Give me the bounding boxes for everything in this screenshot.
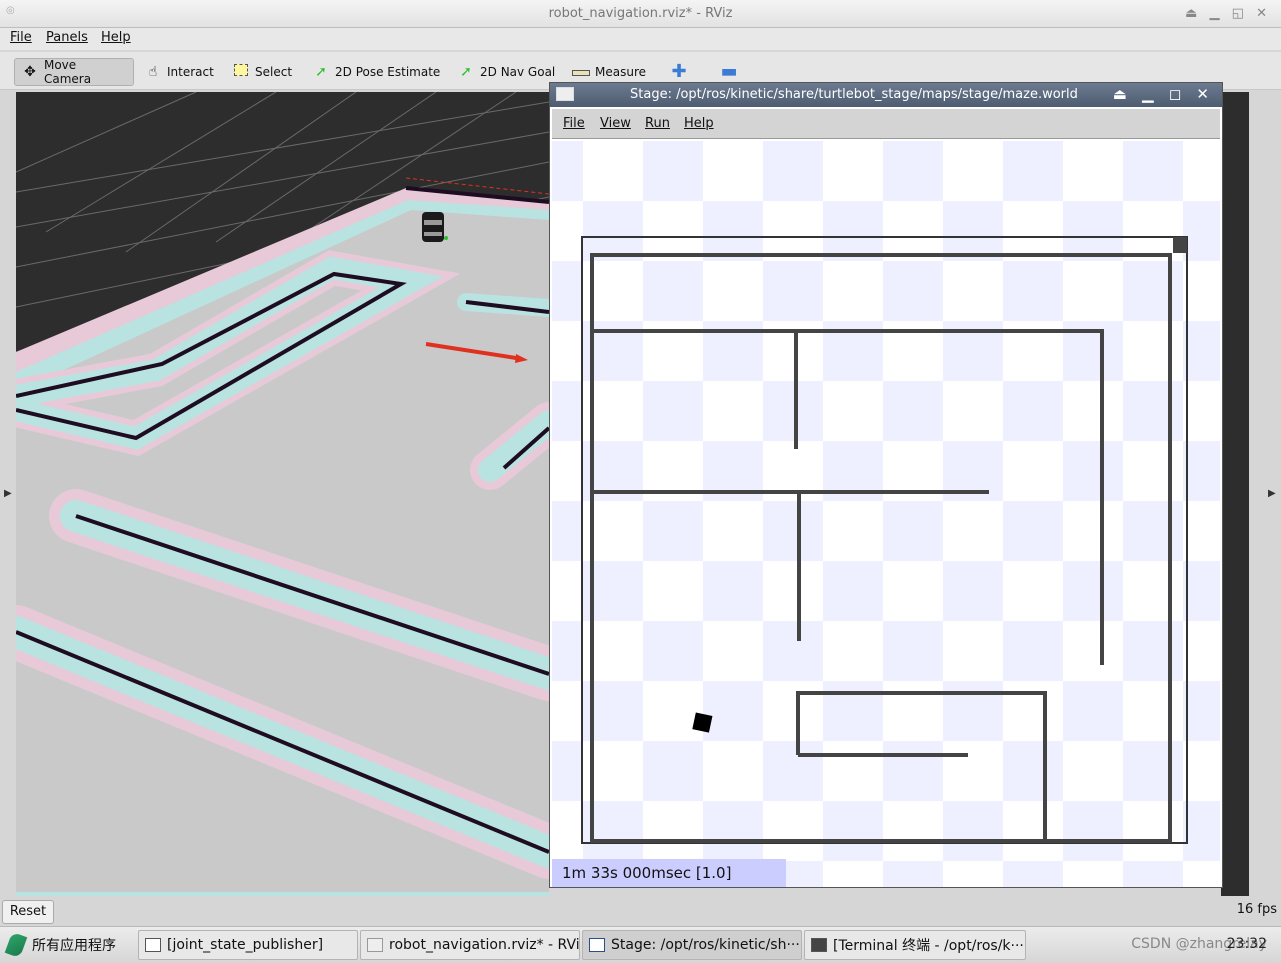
task-terminal[interactable]: [Terminal 终端 - /opt/ros/k··· <box>804 930 1026 960</box>
simulation-clock: 1m 33s 000msec [1.0] <box>552 859 786 887</box>
minus-icon: ▬ <box>720 61 738 82</box>
window-title: robot_navigation.rviz* - RViz <box>548 6 733 21</box>
fps-readout: 16 fps <box>1236 902 1277 917</box>
stage-window-icon[interactable] <box>556 87 574 101</box>
expand-right-icon[interactable]: ▶ <box>1268 488 1276 499</box>
stage-menu-help[interactable]: Help <box>684 116 714 131</box>
stage-window-controls[interactable]: ⏏ ▁ ◻ ✕ <box>1113 85 1214 103</box>
status-row: Reset 16 fps <box>0 896 1281 926</box>
window-titlebar[interactable]: ◎ robot_navigation.rviz* - RViz ⏏ ▁ ◱ ✕ <box>0 0 1281 28</box>
window-icon <box>145 938 161 952</box>
expand-left-icon[interactable]: ▶ <box>4 488 12 499</box>
measure-label: Measure <box>595 65 646 79</box>
applications-menu[interactable]: 所有应用程序 <box>4 931 116 959</box>
taskbar: 所有应用程序 [joint_state_publisher] robot_nav… <box>0 926 1281 963</box>
applications-icon <box>4 931 28 959</box>
maze-walls <box>590 253 1172 843</box>
interact-button[interactable]: ☝ Interact <box>138 58 220 86</box>
task-stage[interactable]: Stage: /opt/ros/kinetic/sh··· <box>582 930 802 960</box>
menu-panels[interactable]: Panels <box>46 30 88 45</box>
task-rviz[interactable]: robot_navigation.rviz* - RViz <box>360 930 580 960</box>
maze-corner-marker <box>1173 237 1187 253</box>
stage-menubar: File View Run Help <box>552 109 1220 139</box>
task-label: Stage: /opt/ros/kinetic/sh··· <box>611 937 800 953</box>
window-icon <box>589 938 605 952</box>
right-panel-collapsed[interactable]: ▶ <box>1262 92 1281 896</box>
task-label: [Terminal 终端 - /opt/ros/k··· <box>833 938 1024 954</box>
terminal-icon <box>811 938 827 952</box>
stage-title: Stage: /opt/ros/kinetic/share/turtlebot_… <box>630 87 1078 102</box>
pose-estimate-label: 2D Pose Estimate <box>335 65 441 79</box>
interact-label: Interact <box>167 65 214 79</box>
select-button[interactable]: Select <box>226 58 298 86</box>
stage-map-canvas[interactable] <box>552 141 1220 887</box>
left-panel-collapsed[interactable]: ▶ <box>0 92 16 896</box>
maze-map <box>581 236 1188 844</box>
plus-icon: ✚ <box>671 61 687 82</box>
stage-menu-run[interactable]: Run <box>645 116 670 131</box>
nav-goal-button[interactable]: ➚ 2D Nav Goal <box>451 58 561 86</box>
menubar: File Panels Help <box>0 28 1281 50</box>
task-joint-state-publisher[interactable]: [joint_state_publisher] <box>138 930 358 960</box>
applications-label: 所有应用程序 <box>32 938 116 954</box>
rviz-icon <box>367 938 383 952</box>
pose-estimate-button[interactable]: ➚ 2D Pose Estimate <box>306 58 446 86</box>
window-controls[interactable]: ⏏ ▁ ◱ ✕ <box>1185 6 1271 21</box>
stage-menu-view[interactable]: View <box>600 116 631 131</box>
rviz-scene <box>16 92 549 896</box>
menu-file[interactable]: File <box>10 30 32 45</box>
select-label: Select <box>255 65 293 79</box>
task-label: robot_navigation.rviz* - RViz <box>389 937 580 953</box>
task-label: [joint_state_publisher] <box>167 937 324 953</box>
move-camera-label: Move Camera <box>43 58 92 86</box>
nav-goal-label: 2D Nav Goal <box>480 65 556 79</box>
green-arrow-icon: ➚ <box>460 64 472 80</box>
stage-menu-file[interactable]: File <box>563 116 585 131</box>
select-box-icon <box>232 64 250 80</box>
rviz-3d-viewport[interactable] <box>16 92 549 896</box>
move-camera-button[interactable]: ✥ Move Camera <box>14 58 134 86</box>
green-arrow-icon: ➚ <box>315 64 327 80</box>
system-clock: 23:32 <box>1226 936 1267 952</box>
ruler-icon <box>572 64 590 80</box>
move-camera-icon: ✥ <box>24 64 36 80</box>
maze-bounding-box <box>581 236 1188 844</box>
reset-button[interactable]: Reset <box>2 900 54 924</box>
rviz-3d-viewport-right[interactable] <box>1221 92 1249 896</box>
hand-icon: ☝ <box>148 64 158 80</box>
stage-window[interactable]: Stage: /opt/ros/kinetic/share/turtlebot_… <box>549 82 1223 888</box>
stage-titlebar[interactable]: Stage: /opt/ros/kinetic/share/turtlebot_… <box>550 83 1222 107</box>
menu-help[interactable]: Help <box>101 30 131 45</box>
robot-marker <box>692 712 713 733</box>
